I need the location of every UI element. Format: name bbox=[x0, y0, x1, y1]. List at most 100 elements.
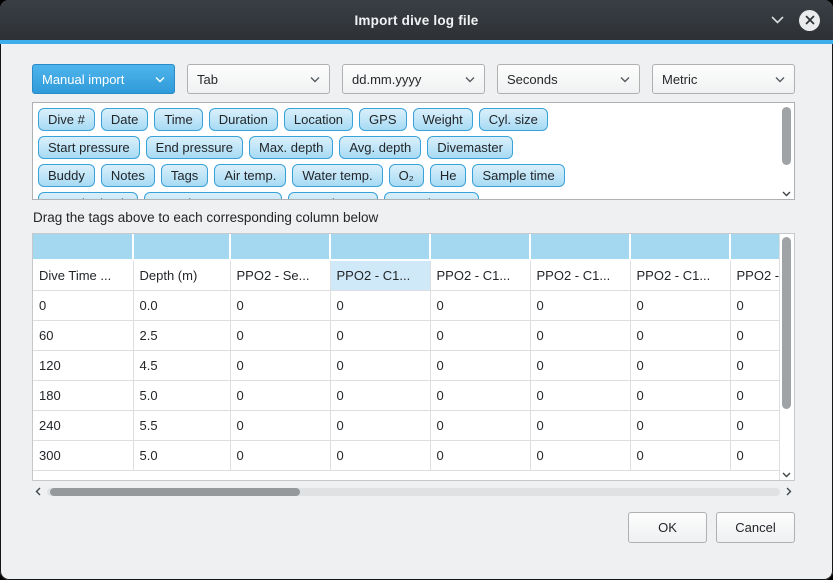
table-cell: 0 bbox=[230, 380, 330, 410]
column-header[interactable]: PPO2 - Se... bbox=[230, 260, 330, 290]
combo-field-separator[interactable]: Tab bbox=[187, 64, 330, 94]
combo-duration-format[interactable]: Seconds bbox=[497, 64, 640, 94]
tag-pill[interactable]: Notes bbox=[101, 164, 155, 187]
import-options-row: Manual import Tab dd.mm.yyyy Seconds Metric bbox=[32, 64, 795, 94]
table-cell: 0 bbox=[730, 290, 779, 320]
table-cell: 300 bbox=[33, 440, 133, 470]
tag-pill[interactable]: Duration bbox=[209, 108, 278, 131]
tag-pill[interactable]: Tags bbox=[161, 164, 208, 187]
preview-table-viewport: Dive Time ...Depth (m)PPO2 - Se...PPO2 -… bbox=[33, 234, 779, 480]
tag-row: Start pressure End pressure Max. depth Avg.… bbox=[38, 136, 774, 159]
table-row: 602.5000000 bbox=[33, 320, 779, 350]
chevron-left-icon[interactable] bbox=[32, 484, 44, 499]
scrollbar-thumb[interactable] bbox=[782, 107, 791, 165]
table-cell: 0 bbox=[330, 410, 430, 440]
combo-selected-value: dd.mm.yyyy bbox=[352, 72, 421, 87]
chevron-down-icon bbox=[465, 76, 475, 83]
tag-row: Dive # Date Time Duration Location GPS Weight C… bbox=[38, 108, 774, 131]
table-cell: 0 bbox=[730, 440, 779, 470]
table-cell: 5.0 bbox=[133, 440, 230, 470]
tag-pill[interactable]: Cyl. size bbox=[479, 108, 548, 131]
column-header[interactable]: Depth (m) bbox=[133, 260, 230, 290]
column-drop-target[interactable] bbox=[133, 234, 230, 260]
tag-pill[interactable]: Sample time bbox=[472, 164, 564, 187]
table-cell: 0 bbox=[530, 440, 630, 470]
table-cell: 0 bbox=[430, 410, 530, 440]
table-cell: 0 bbox=[430, 350, 530, 380]
column-drop-target[interactable] bbox=[530, 234, 630, 260]
table-cell: 0 bbox=[230, 410, 330, 440]
combo-import-type[interactable]: Manual import bbox=[32, 64, 175, 94]
column-drop-target[interactable] bbox=[330, 234, 430, 260]
table-cell: 0 bbox=[730, 320, 779, 350]
chevron-down-icon[interactable] bbox=[782, 472, 791, 478]
scrollbar-thumb[interactable] bbox=[50, 488, 300, 496]
table-cell: 0 bbox=[730, 380, 779, 410]
table-cell: 0 bbox=[530, 380, 630, 410]
table-row: 1204.5000000 bbox=[33, 350, 779, 380]
table-row: 3005.0000000 bbox=[33, 440, 779, 470]
tag-pill[interactable]: Location bbox=[284, 108, 353, 131]
tag-pill[interactable]: Sample CNS bbox=[384, 192, 479, 200]
tag-panel-scrollbar[interactable] bbox=[779, 103, 794, 199]
tag-pill[interactable]: Start pressure bbox=[38, 136, 140, 159]
column-header[interactable]: PPO2 - C1... bbox=[330, 260, 430, 290]
table-cell: 0 bbox=[530, 410, 630, 440]
table-vertical-scrollbar[interactable] bbox=[779, 234, 794, 480]
table-cell: 180 bbox=[33, 380, 133, 410]
tag-pill[interactable]: O₂ bbox=[389, 164, 424, 187]
column-header[interactable]: PPO2 - C1... bbox=[430, 260, 530, 290]
close-button[interactable] bbox=[799, 10, 820, 31]
tag-pill[interactable]: Avg. depth bbox=[339, 136, 421, 159]
titlebar-buttons bbox=[771, 0, 820, 40]
ok-button[interactable]: OK bbox=[628, 512, 707, 543]
chevron-right-icon[interactable] bbox=[783, 484, 795, 499]
tag-pill[interactable]: Time bbox=[154, 108, 202, 131]
tag-pill[interactable]: Sample temperature bbox=[144, 192, 282, 200]
combo-units[interactable]: Metric bbox=[652, 64, 795, 94]
column-drop-target[interactable] bbox=[630, 234, 730, 260]
table-cell: 0 bbox=[330, 320, 430, 350]
tag-pill[interactable]: Air temp. bbox=[214, 164, 286, 187]
combo-selected-value: Tab bbox=[197, 72, 218, 87]
column-drop-target[interactable] bbox=[730, 234, 779, 260]
tag-pill[interactable]: Sample depth bbox=[38, 192, 138, 200]
combo-selected-value: Seconds bbox=[507, 72, 558, 87]
chevron-down-icon bbox=[155, 76, 165, 83]
cancel-button[interactable]: Cancel bbox=[716, 512, 795, 543]
column-header[interactable]: Dive Time ... bbox=[33, 260, 133, 290]
table-cell: 120 bbox=[33, 350, 133, 380]
chevron-down-icon[interactable] bbox=[782, 191, 791, 197]
drop-target-row bbox=[33, 234, 779, 260]
tag-pill[interactable]: Weight bbox=[413, 108, 473, 131]
column-header[interactable]: PPO2 - C1... bbox=[730, 260, 779, 290]
scrollbar-thumb[interactable] bbox=[782, 237, 791, 409]
combo-date-format[interactable]: dd.mm.yyyy bbox=[342, 64, 485, 94]
tag-pill[interactable]: Sample pO₂ bbox=[288, 192, 378, 200]
column-drop-target[interactable] bbox=[430, 234, 530, 260]
tag-pill[interactable]: Divemaster bbox=[427, 136, 513, 159]
tag-pill[interactable]: Water temp. bbox=[292, 164, 382, 187]
tag-pill[interactable]: Max. depth bbox=[249, 136, 333, 159]
table-cell: 0 bbox=[430, 440, 530, 470]
tag-pill[interactable]: End pressure bbox=[146, 136, 243, 159]
table-horizontal-scrollbar[interactable] bbox=[32, 484, 795, 499]
tag-pill[interactable]: Dive # bbox=[38, 108, 95, 131]
tag-row: Sample depth Sample temperature Sample pO₂… bbox=[38, 192, 774, 200]
column-drop-target[interactable] bbox=[230, 234, 330, 260]
column-header[interactable]: PPO2 - C1... bbox=[530, 260, 630, 290]
column-header[interactable]: PPO2 - C1... bbox=[630, 260, 730, 290]
table-cell: 0 bbox=[530, 320, 630, 350]
column-drop-target[interactable] bbox=[33, 234, 133, 260]
import-dialog-window: Import dive log file Manual importTabdd.… bbox=[0, 0, 833, 580]
chevron-down-icon[interactable] bbox=[771, 16, 784, 24]
tag-pill[interactable]: GPS bbox=[359, 108, 406, 131]
titlebar-accent-line bbox=[0, 40, 833, 44]
tag-pill[interactable]: Date bbox=[101, 108, 148, 131]
tag-pill[interactable]: Buddy bbox=[38, 164, 95, 187]
tag-pill[interactable]: He bbox=[430, 164, 467, 187]
table-cell: 60 bbox=[33, 320, 133, 350]
tag-panel: Dive # Date Time Duration Location GPS Weight C… bbox=[32, 102, 795, 200]
table-cell: 0 bbox=[330, 380, 430, 410]
combo-selected-value: Metric bbox=[662, 72, 697, 87]
